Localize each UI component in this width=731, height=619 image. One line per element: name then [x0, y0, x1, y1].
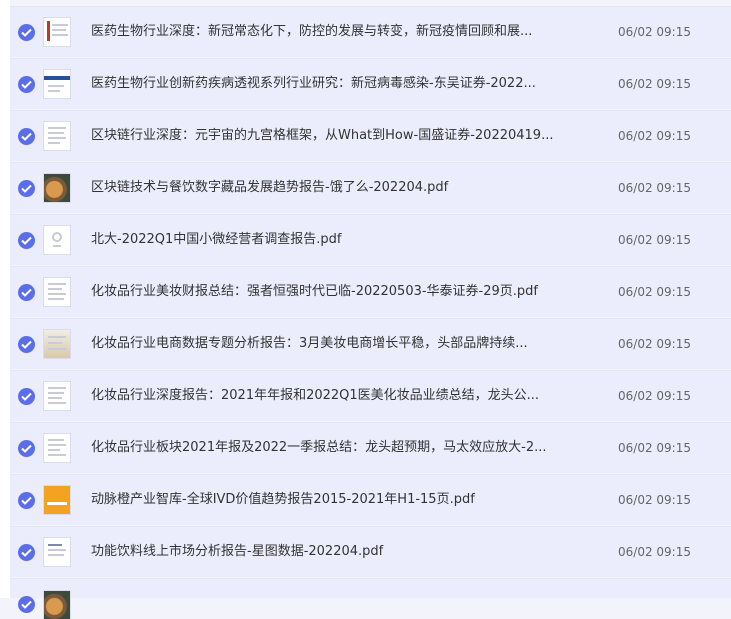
file-list: 医药生物行业深度：新冠常态化下，防控的发展与转变，新冠疫情回顾和展... 06/… [10, 0, 731, 619]
file-title[interactable]: 化妆品行业板块2021年报及2022一季报总结：龙头超预期，马太效应放大-2..… [91, 439, 581, 457]
file-time: 06/02 09:15 [618, 129, 691, 143]
file-title[interactable]: 化妆品行业电商数据专题分析报告：3月美妆电商增长平稳，头部品牌持续... [91, 335, 581, 353]
checked-icon[interactable] [18, 76, 35, 93]
file-row[interactable]: 区块链技术与餐饮数字藏品发展趋势报告-饿了么-202204.pdf 06/02 … [10, 162, 731, 213]
checked-icon[interactable] [18, 284, 35, 301]
file-time: 06/02 09:15 [618, 181, 691, 195]
file-title[interactable]: 医药生物行业创新药疾病透视系列行业研究：新冠病毒感染-东吴证券-2022... [91, 75, 581, 93]
file-time: 06/02 09:15 [618, 545, 691, 559]
checked-icon[interactable] [18, 128, 35, 145]
file-row[interactable]: 医药生物行业深度：新冠常态化下，防控的发展与转变，新冠疫情回顾和展... 06/… [10, 6, 731, 57]
doc-icon [44, 434, 70, 462]
checked-icon[interactable] [18, 180, 35, 197]
file-time: 06/02 09:15 [618, 493, 691, 507]
file-row[interactable]: 功能饮料线上市场分析报告-星图数据-202204.pdf 06/02 09:15 [10, 526, 731, 577]
checked-icon[interactable] [18, 492, 35, 509]
file-title[interactable]: 功能饮料线上市场分析报告-星图数据-202204.pdf [91, 543, 581, 561]
red-doc-icon [44, 18, 70, 46]
checked-icon[interactable] [18, 596, 35, 613]
doc-icon [44, 330, 70, 358]
file-row[interactable]: 化妆品行业电商数据专题分析报告：3月美妆电商增长平稳，头部品牌持续... 06/… [10, 318, 731, 369]
orange-doc-icon [44, 486, 70, 514]
photo-icon [44, 174, 70, 202]
file-row[interactable]: 医药生物行业创新药疾病透视系列行业研究：新冠病毒感染-东吴证券-2022... … [10, 58, 731, 109]
file-title[interactable]: 医药生物行业深度：新冠常态化下，防控的发展与转变，新冠疫情回顾和展... [91, 23, 581, 41]
blue-doc-icon [44, 70, 70, 98]
file-row[interactable]: 北大-2022Q1中国小微经营者调查报告.pdf 06/02 09:15 [10, 214, 731, 265]
photo-icon [44, 591, 70, 619]
file-row[interactable]: 化妆品行业深度报告：2021年年报和2022Q1医美化妆品业绩总结，龙头公...… [10, 370, 731, 421]
checked-icon[interactable] [18, 544, 35, 561]
doc-icon [44, 122, 70, 150]
file-title[interactable]: 化妆品行业深度报告：2021年年报和2022Q1医美化妆品业绩总结，龙头公... [91, 387, 581, 405]
cover-icon [44, 226, 70, 254]
file-time: 06/02 09:15 [618, 233, 691, 247]
file-time: 06/02 09:15 [618, 77, 691, 91]
file-row[interactable]: 化妆品行业板块2021年报及2022一季报总结：龙头超预期，马太效应放大-2..… [10, 422, 731, 473]
file-time: 06/02 09:15 [618, 389, 691, 403]
file-title[interactable]: 区块链行业深度：元宇宙的九宫格框架，从What到How-国盛证券-2022041… [91, 127, 581, 145]
file-time: 06/02 09:15 [618, 25, 691, 39]
left-gutter [0, 0, 10, 598]
file-title[interactable]: 北大-2022Q1中国小微经营者调查报告.pdf [91, 231, 581, 249]
file-row[interactable]: 化妆品行业美妆财报总结：强者恒强时代已临-20220503-华泰证券-29页.p… [10, 266, 731, 317]
file-title[interactable]: 化妆品行业美妆财报总结：强者恒强时代已临-20220503-华泰证券-29页.p… [91, 283, 581, 301]
file-title[interactable]: 区块链技术与餐饮数字藏品发展趋势报告-饿了么-202204.pdf [91, 179, 581, 197]
doc-icon [44, 538, 70, 566]
checked-icon[interactable] [18, 440, 35, 457]
file-row[interactable]: 动脉橙产业智库-全球IVD价值趋势报告2015-2021年H1-15页.pdf … [10, 474, 731, 525]
file-title[interactable]: 动脉橙产业智库-全球IVD价值趋势报告2015-2021年H1-15页.pdf [91, 491, 581, 509]
doc-icon [44, 278, 70, 306]
file-time: 06/02 09:15 [618, 337, 691, 351]
checked-icon[interactable] [18, 232, 35, 249]
file-row[interactable]: 区块链行业深度：元宇宙的九宫格框架，从What到How-国盛证券-2022041… [10, 110, 731, 161]
checked-icon[interactable] [18, 24, 35, 41]
file-time: 06/02 09:15 [618, 285, 691, 299]
doc-icon [44, 382, 70, 410]
file-time: 06/02 09:15 [618, 441, 691, 455]
checked-icon[interactable] [18, 336, 35, 353]
checked-icon[interactable] [18, 388, 35, 405]
file-row-partial[interactable] [10, 578, 731, 619]
